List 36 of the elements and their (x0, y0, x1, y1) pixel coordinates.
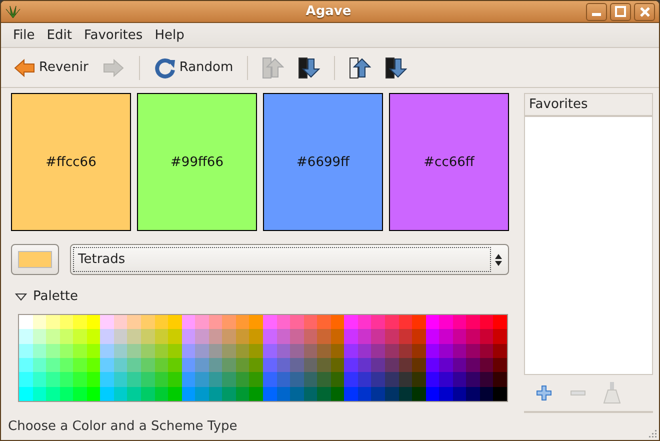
color-swatch[interactable]: #ffcc66 (11, 93, 131, 231)
broom-icon (602, 381, 622, 405)
refresh-icon (154, 56, 176, 78)
random-button[interactable]: Random (150, 54, 238, 80)
plus-icon (536, 385, 552, 401)
color-swatch[interactable]: #cc66ff (389, 93, 509, 231)
resize-grip-icon (647, 428, 657, 438)
menu-item[interactable]: Edit (40, 28, 78, 42)
agave-plant-icon (5, 4, 21, 18)
triangle-icon (15, 292, 27, 300)
maximize-button[interactable] (610, 2, 631, 20)
scheme-dropdown[interactable]: Tetrads (70, 244, 509, 275)
close-icon (640, 6, 650, 16)
close-button[interactable] (634, 2, 655, 20)
left-arrow-icon (13, 56, 36, 78)
down-arrow-icon (298, 56, 320, 78)
menu-item[interactable]: Help (148, 28, 190, 42)
palette-expander[interactable]: Palette (11, 289, 78, 304)
color-palette-grid[interactable] (18, 314, 508, 402)
maximize-icon (615, 6, 626, 17)
back-button[interactable]: Revenir (9, 54, 92, 80)
color-swatch[interactable]: #6699ff (263, 93, 383, 231)
minus-icon (570, 390, 586, 396)
down-arrow-icon (385, 56, 408, 78)
minimize-button[interactable] (586, 2, 607, 20)
updown-arrow-icon (495, 254, 502, 266)
up-arrow-icon (262, 56, 284, 78)
color-swatch[interactable]: #99ff66 (137, 93, 257, 231)
up-arrow-icon (349, 56, 372, 78)
right-arrow-icon (102, 56, 126, 78)
status-text: Choose a Color and a Scheme Type (8, 419, 238, 434)
menu-item[interactable]: Favorites (78, 28, 149, 42)
window-title: Agave (304, 4, 352, 19)
menu-item[interactable]: File (7, 28, 41, 42)
favorites-header: Favorites (524, 93, 653, 117)
color-picker-button[interactable] (11, 244, 59, 275)
